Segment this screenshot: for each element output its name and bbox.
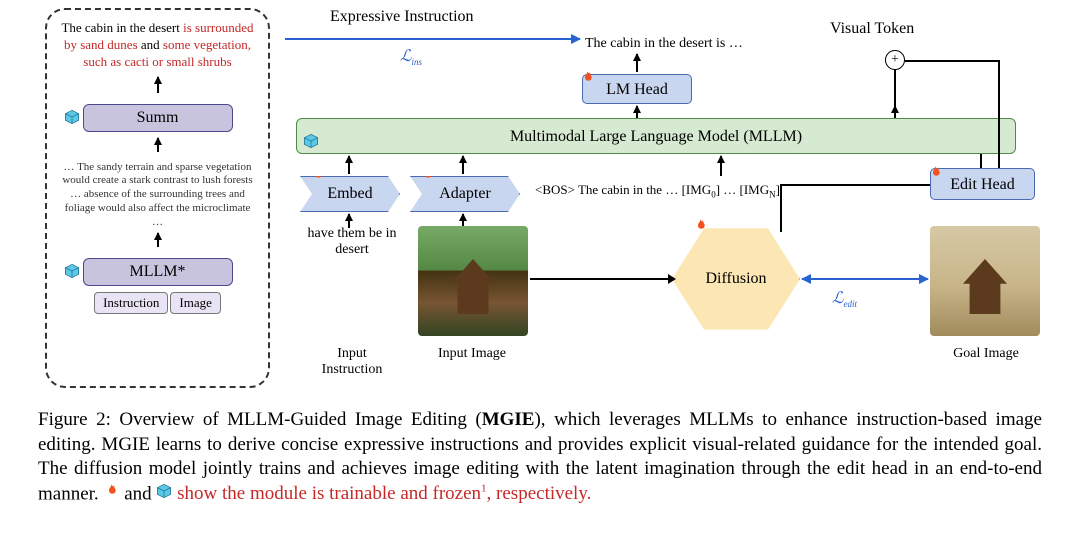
cube-frozen-icon: [156, 482, 172, 498]
left-dashed-panel: The cabin in the desert is surrounded by…: [45, 8, 270, 388]
loss-ins: ℒins: [400, 46, 422, 67]
connector: [780, 184, 782, 232]
summ-block: Summ: [83, 104, 233, 132]
figure-caption: Figure 2: Overview of MLLM-Guided Image …: [38, 408, 1042, 507]
mllm-star-block: MLLM*: [83, 258, 233, 286]
connector: [530, 278, 670, 280]
visual-token-label: Visual Token: [830, 20, 914, 38]
input-image-label: Input Image: [426, 346, 518, 362]
arrow-up: [462, 156, 464, 174]
goal-image-label: Goal Image: [940, 346, 1032, 362]
input-instruction-label: Input Instruction: [306, 346, 398, 378]
goal-image: [930, 226, 1040, 336]
l-edit-sub: edit: [844, 299, 858, 309]
connector: [998, 60, 1000, 168]
arrow-up: [348, 156, 350, 174]
fire-icon: [419, 167, 435, 183]
instr-black-2: and: [138, 37, 163, 52]
fire-icon: [103, 482, 119, 498]
mllm-bar: Multimodal Large Language Model (MLLM): [296, 118, 1016, 154]
cube-frozen-icon: [64, 109, 80, 125]
arrow-expressive: [285, 38, 580, 40]
adapter-block: Adapter: [410, 176, 520, 212]
cube-frozen-icon: [303, 127, 319, 143]
summ-label: Summ: [137, 109, 179, 126]
cap-bold: MGIE: [482, 409, 535, 430]
cap-red-tail: , respectively.: [487, 483, 592, 504]
edit-head-block: Edit Head: [930, 168, 1035, 200]
plus-symbol: +: [891, 52, 899, 68]
mllm-bar-label: Multimodal Large Language Model (MLLM): [510, 128, 802, 145]
cube-frozen-icon: [64, 263, 80, 279]
tok-mid: ] … [IMG: [716, 182, 769, 197]
cap-and: and: [119, 483, 156, 504]
arrow-up: [720, 156, 722, 176]
diffusion-block: Diffusion: [672, 224, 800, 334]
text-input-instruction: have them be in desert: [302, 226, 402, 258]
instr-black-1: The cabin in the desert: [61, 20, 183, 35]
token-sequence: <BOS> The cabin in the … [IMG0] … [IMGN]: [535, 182, 780, 200]
lm-head-label: LM Head: [606, 81, 668, 98]
arrowhead: [668, 274, 676, 284]
diffusion-label: Diffusion: [705, 270, 766, 288]
edit-head-label: Edit Head: [950, 176, 1014, 193]
arrow-up: [636, 54, 638, 72]
tok-pre: <BOS> The cabin in the … [IMG: [535, 182, 711, 197]
input-instruction-chip: Instruction: [94, 292, 168, 314]
connector: [980, 154, 982, 168]
detail-text: … The sandy terrain and sparse vegetatio…: [55, 157, 260, 234]
instruction-text: The cabin in the desert is surrounded by…: [55, 20, 260, 71]
input-image: [418, 226, 528, 336]
fire-icon: [309, 167, 325, 183]
input-image-chip: Image: [170, 292, 220, 314]
input-pair: Instruction Image: [55, 292, 260, 314]
adapter-label: Adapter: [439, 185, 491, 203]
cap-red: show the module is trainable and frozen1…: [177, 483, 591, 504]
l-ins-sub: ins: [412, 57, 423, 67]
plus-join-icon: +: [885, 50, 905, 70]
loss-edit-connector: [802, 278, 928, 280]
cap-pre: Figure 2: Overview of MLLM-Guided Image …: [38, 409, 482, 430]
embed-label: Embed: [327, 185, 372, 203]
expressive-instruction-label: Expressive Instruction: [330, 8, 474, 26]
loss-edit: ℒedit: [832, 288, 857, 309]
l-ins-symbol: ℒ: [400, 48, 412, 65]
arrow-up: [894, 106, 896, 118]
architecture-diagram: The cabin in the desert is surrounded by…: [0, 0, 1080, 400]
fire-icon: [692, 218, 708, 234]
lm-head-block: LM Head: [582, 74, 692, 104]
connector: [905, 60, 1000, 62]
embed-block: Embed: [300, 176, 400, 212]
mllm-star-label: MLLM*: [130, 263, 186, 280]
connector: [780, 184, 930, 186]
decoded-text: The cabin in the desert is …: [585, 36, 743, 52]
arrow-up: [636, 106, 638, 118]
fire-icon: [927, 161, 943, 177]
cap-red-main: show the module is trainable and frozen: [177, 483, 481, 504]
l-edit-symbol: ℒ: [832, 290, 844, 307]
fire-icon: [579, 67, 595, 83]
